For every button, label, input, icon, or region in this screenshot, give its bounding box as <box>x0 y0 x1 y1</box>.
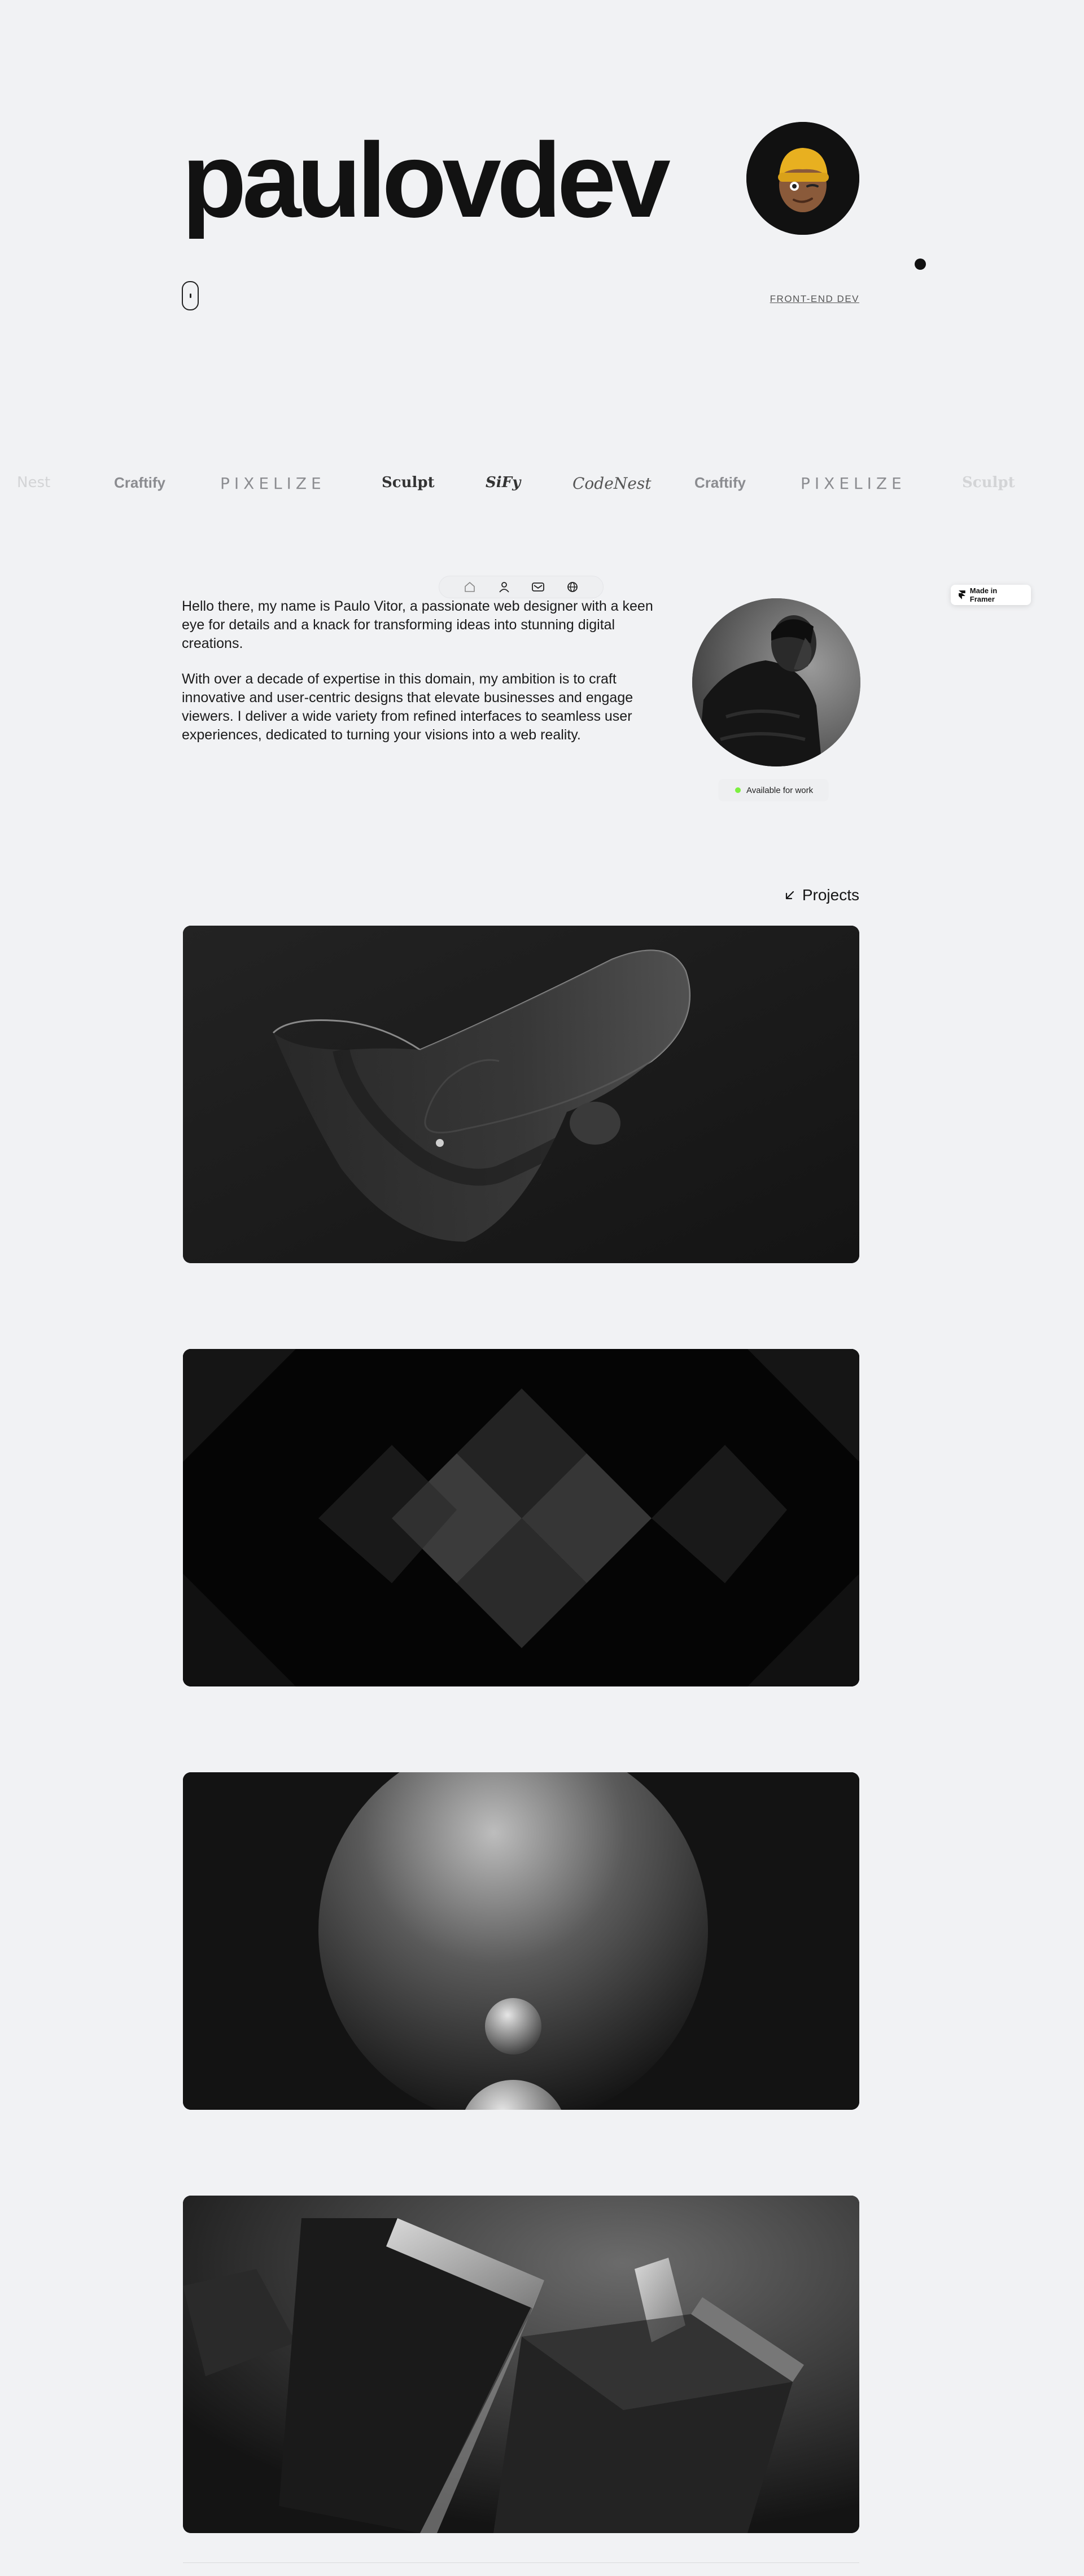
user-icon[interactable] <box>497 580 512 594</box>
projects-label: Projects <box>802 886 859 904</box>
about-paragraph-intro: Hello there, my name is Paulo Vitor, a p… <box>182 598 653 651</box>
portrait-photo <box>692 598 860 766</box>
logo-pixelize: PIXELIZE <box>801 474 906 493</box>
memoji-avatar-icon <box>746 122 859 235</box>
logo-sculpt: Sculpt <box>962 474 1015 491</box>
logo-codenest: CodeNest <box>572 474 652 493</box>
logo-sify: SiFy <box>486 474 521 491</box>
logo-craftify: Craftify <box>694 474 746 491</box>
avatar <box>746 122 859 235</box>
framer-badge-label: Made in Framer <box>969 586 998 603</box>
logo-craftify: Craftify <box>114 474 166 491</box>
availability-status: Available for work <box>718 779 829 801</box>
about-paragraph-experience: With over a decade of expertise in this … <box>182 671 633 743</box>
home-icon[interactable] <box>462 580 477 594</box>
project-card-1[interactable] <box>183 926 859 1263</box>
logo-marquee: Nest Craftify PIXELIZE Sculpt SiFy CodeN… <box>0 468 1084 502</box>
scroll-indicator-icon <box>182 281 199 310</box>
projects-heading: Projects <box>784 886 859 904</box>
diamond-pattern-image <box>183 1349 859 1686</box>
nav-bar <box>439 576 604 598</box>
blocks-image <box>183 2196 859 2533</box>
logo-sculpt: Sculpt <box>382 474 435 491</box>
logo-nest: Nest <box>17 474 51 491</box>
logo-pixelize: PIXELIZE <box>220 474 326 493</box>
role-link[interactable]: FRONT-END DEV <box>770 293 859 305</box>
footer-divider <box>183 2562 859 2563</box>
project-card-3[interactable] <box>183 1772 859 2110</box>
about-section: Hello there, my name is Paulo Vitor, a p… <box>182 597 667 761</box>
framer-logo-icon <box>959 590 965 599</box>
mail-icon[interactable] <box>531 580 545 594</box>
made-in-framer-badge[interactable]: Made in Framer <box>951 585 1031 605</box>
spheres-image <box>183 1772 859 2110</box>
brand-title: paulovdev <box>182 121 671 239</box>
arrow-down-left-icon <box>785 891 794 900</box>
status-dot-icon <box>735 787 741 793</box>
project-card-4[interactable] <box>183 2196 859 2533</box>
project-card-2[interactable] <box>183 1349 859 1686</box>
cursor-dot <box>915 259 926 270</box>
status-label: Available for work <box>746 785 814 795</box>
ribbon-sculpture-image <box>183 926 859 1263</box>
globe-icon[interactable] <box>565 580 580 594</box>
portrait-image <box>692 598 860 766</box>
